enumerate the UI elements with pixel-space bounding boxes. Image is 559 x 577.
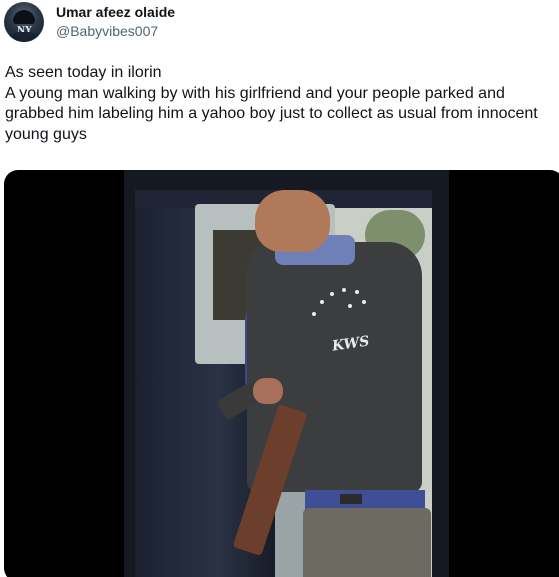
video-frame[interactable]: KWS xyxy=(124,170,449,577)
hand-shape xyxy=(253,378,283,404)
tweet-header: NY Umar afeez olaide @Babyvibes007 xyxy=(4,2,175,42)
vest-print xyxy=(300,270,380,330)
tweet-text-line: As seen today in ilorin xyxy=(5,64,162,81)
avatar[interactable]: NY xyxy=(4,2,44,42)
video-media[interactable]: KWS xyxy=(4,170,559,577)
video-still: KWS xyxy=(135,190,432,577)
tweet-text-line: A young man walking by with his girlfrie… xyxy=(5,84,538,143)
belt-shape xyxy=(340,494,362,504)
head-shape xyxy=(255,190,330,252)
shoulder-shape xyxy=(6,32,42,42)
trousers-shape xyxy=(303,508,431,577)
author-names: Umar afeez olaide @Babyvibes007 xyxy=(56,3,175,41)
handle[interactable]: @Babyvibes007 xyxy=(56,21,175,41)
tweet-text: As seen today in ilorin A young man walk… xyxy=(5,63,555,145)
display-name[interactable]: Umar afeez olaide xyxy=(56,3,175,21)
cap-shape xyxy=(13,10,35,24)
